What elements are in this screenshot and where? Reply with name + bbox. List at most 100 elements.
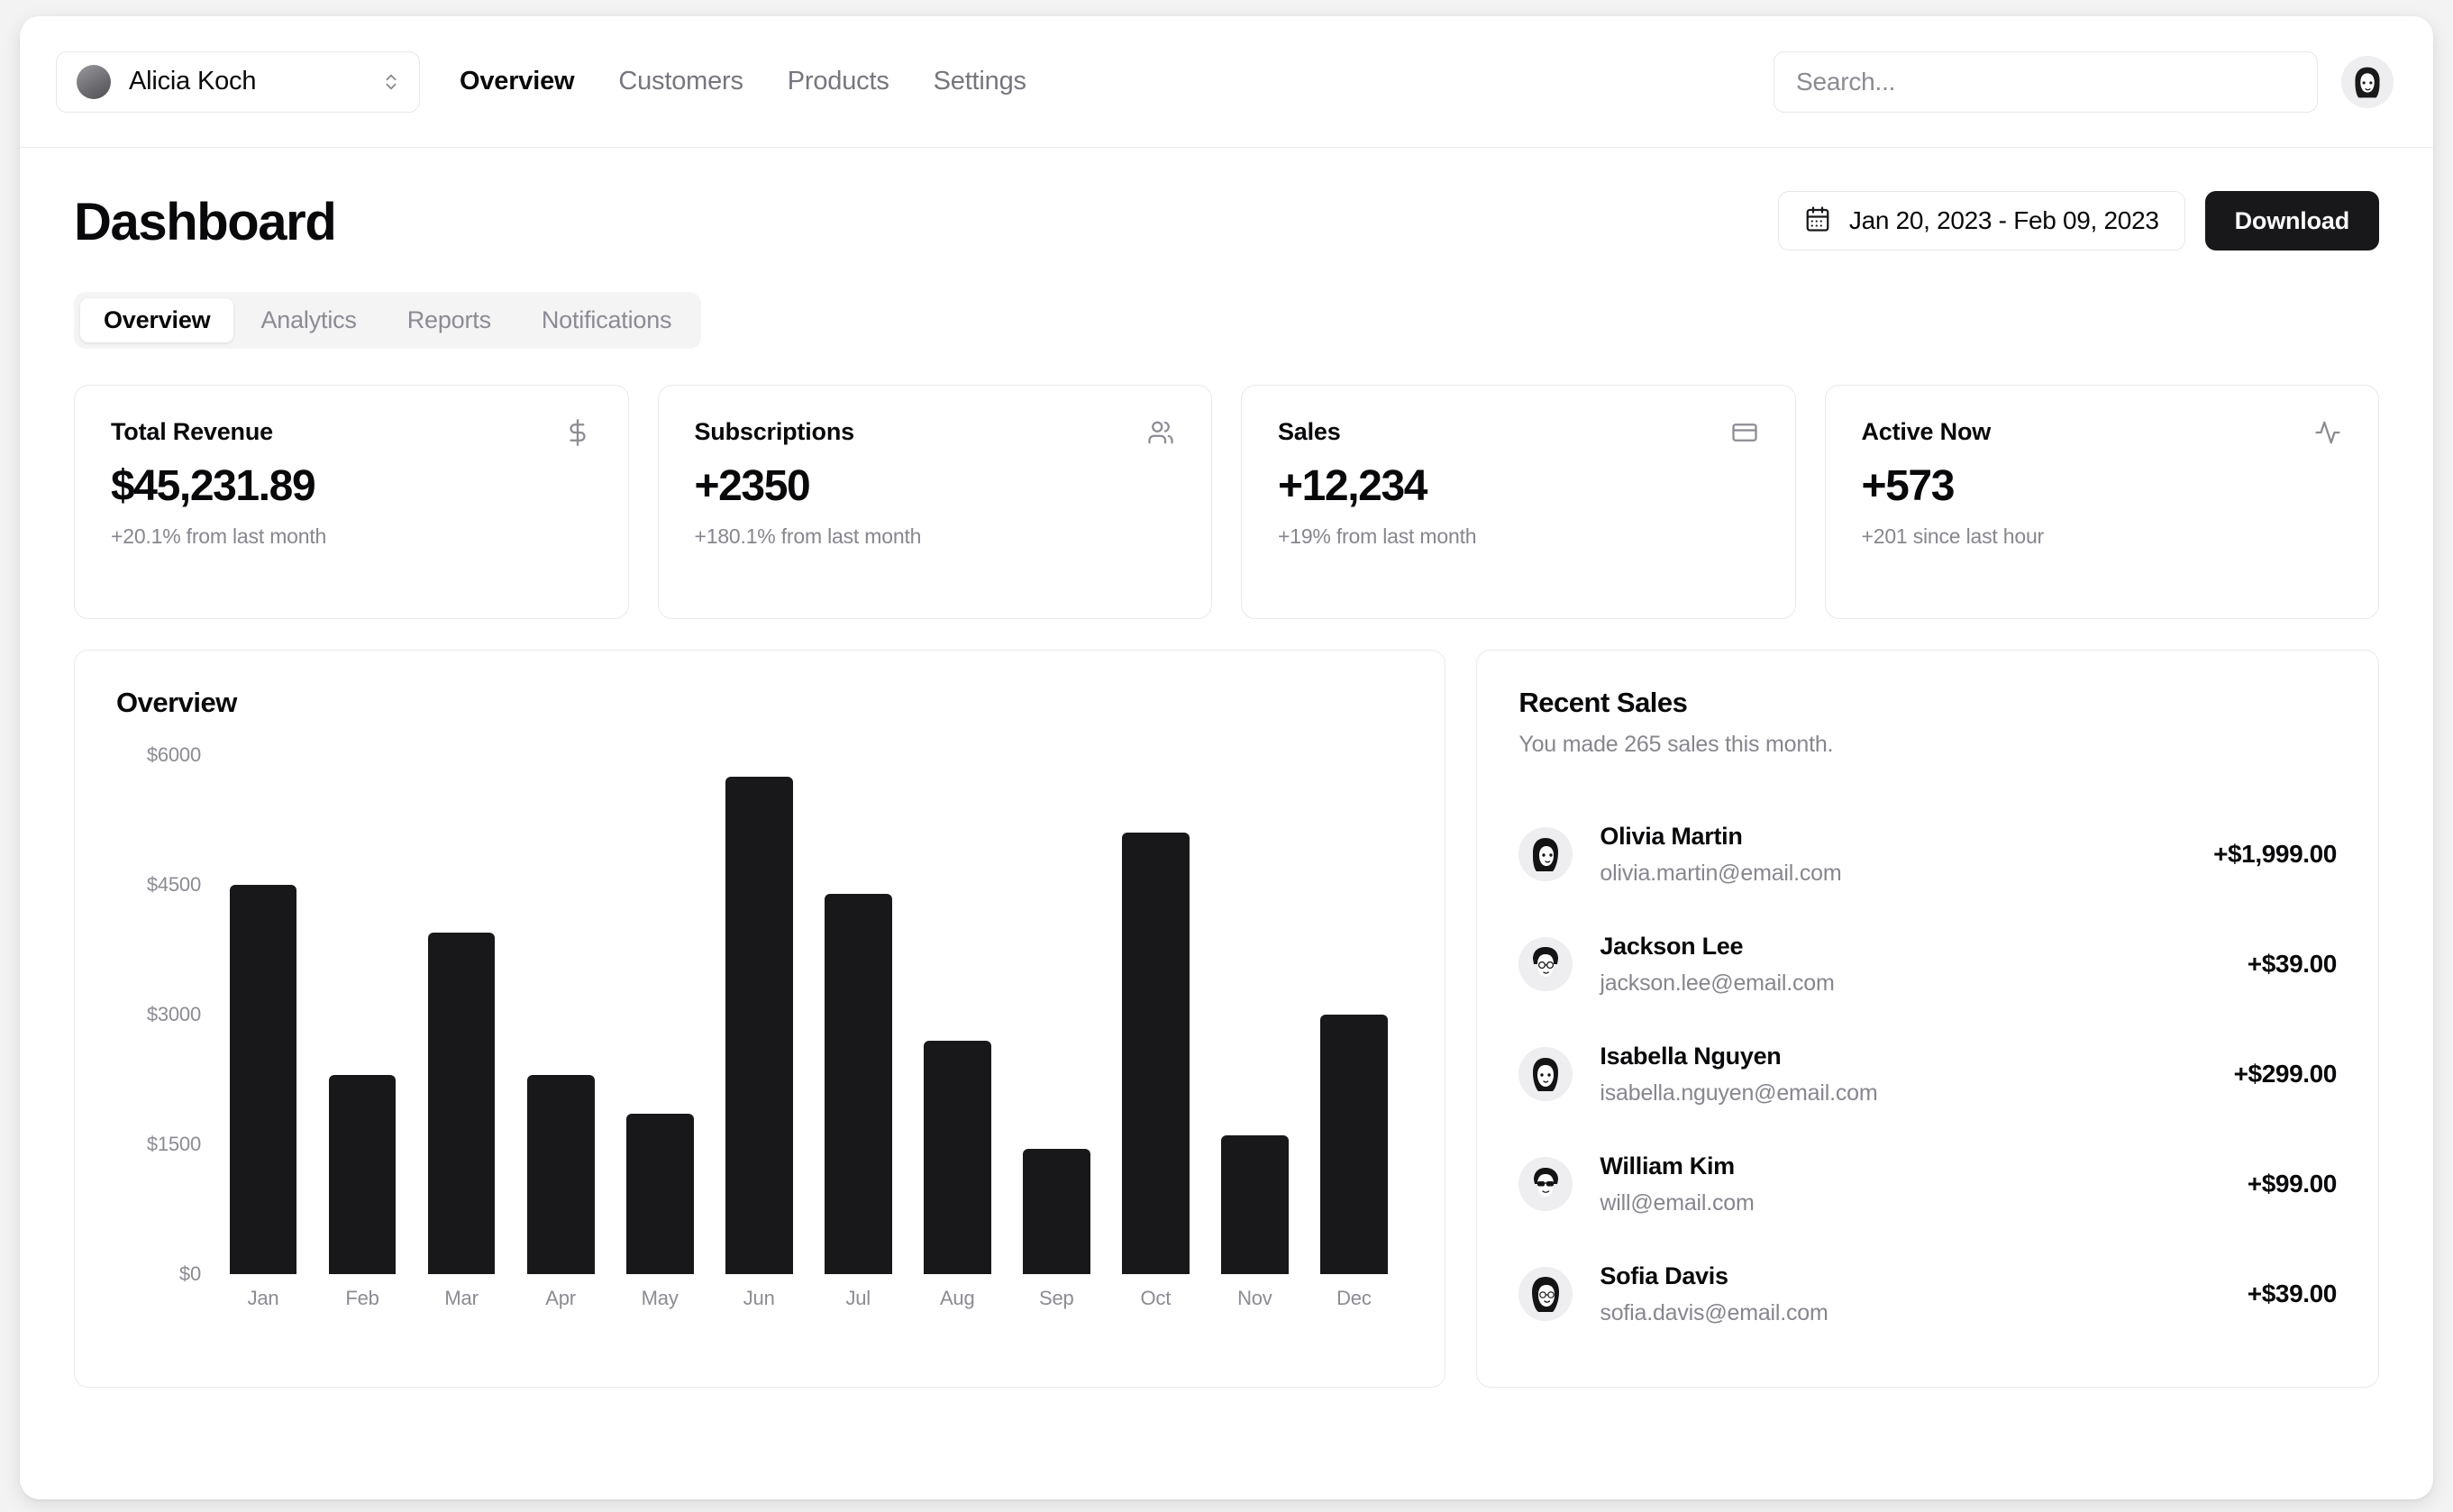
chart-y-tick: $6000: [147, 743, 201, 767]
list-item[interactable]: Isabella Nguyenisabella.nguyen@email.com…: [1518, 1019, 2337, 1129]
date-range-picker[interactable]: Jan 20, 2023 - Feb 09, 2023: [1778, 191, 2185, 250]
dollar-sign-icon: [563, 418, 592, 447]
chart-bar-column[interactable]: Jul: [808, 755, 907, 1314]
chart-y-tick: $4500: [147, 873, 201, 897]
list-item[interactable]: Sofia Davis sofia.davis@email.com +$39.00: [1518, 1239, 2337, 1349]
nav-link-customers[interactable]: Customers: [618, 67, 743, 96]
page-title: Dashboard: [74, 196, 335, 249]
sale-customer-name: Sofia Davis: [1600, 1262, 1828, 1290]
sale-info: Olivia Martinolivia.martin@email.com: [1600, 823, 1841, 887]
chart-bar-column[interactable]: Mar: [412, 755, 511, 1314]
credit-card-icon: [1730, 418, 1759, 447]
list-item[interactable]: Olivia Martinolivia.martin@email.com +$1,…: [1518, 799, 2337, 909]
chart-bar[interactable]: [230, 885, 297, 1274]
stat-subtext: +180.1% from last month: [695, 524, 1176, 549]
avatar: [1518, 1047, 1573, 1101]
chart-x-tick: Apr: [545, 1287, 576, 1314]
chart-x-tick: Mar: [444, 1287, 478, 1314]
sale-customer-email: will@email.com: [1600, 1190, 1754, 1216]
app-window: Alicia Koch Overview Customers Products …: [20, 16, 2433, 1499]
tab-reports[interactable]: Reports: [384, 298, 515, 342]
stat-card-total-revenue: Total Revenue $45,231.89 +20.1% from las…: [74, 385, 629, 619]
nav-link-products[interactable]: Products: [788, 67, 889, 96]
chart-bar[interactable]: [1221, 1135, 1289, 1274]
top-navigation-bar: Alicia Koch Overview Customers Products …: [20, 16, 2433, 148]
chart-bar-column[interactable]: Feb: [313, 755, 412, 1314]
avatar: [1518, 1267, 1573, 1321]
topbar-right: [1774, 51, 2394, 113]
chart-y-tick: $0: [179, 1262, 201, 1286]
stat-title: Sales: [1278, 418, 1341, 446]
chart-bar[interactable]: [924, 1041, 991, 1274]
recent-sales-list: Olivia Martinolivia.martin@email.com +$1,…: [1518, 799, 2337, 1349]
download-button[interactable]: Download: [2205, 191, 2379, 250]
chart-bar-column[interactable]: Apr: [511, 755, 610, 1314]
sale-amount: +$39.00: [2248, 950, 2337, 979]
avatar-illustration: [2341, 56, 2394, 108]
chart-bar-column[interactable]: Oct: [1106, 755, 1205, 1314]
chart-bar[interactable]: [1320, 1015, 1388, 1274]
chart-bar[interactable]: [825, 894, 892, 1274]
recent-sales-subtitle: You made 265 sales this month.: [1518, 732, 2337, 758]
chart-x-tick: Oct: [1140, 1287, 1171, 1314]
page-content: Dashboard: [20, 148, 2433, 1499]
chart-bar[interactable]: [1023, 1149, 1090, 1274]
stat-value: +2350: [695, 463, 1176, 510]
sale-customer-name: William Kim: [1600, 1152, 1754, 1180]
main-nav: Overview Customers Products Settings: [460, 67, 1026, 96]
chart-bar-column[interactable]: Sep: [1007, 755, 1106, 1314]
stat-title: Subscriptions: [695, 418, 854, 446]
chart-bar-column[interactable]: Aug: [907, 755, 1007, 1314]
list-item[interactable]: William Kim will@email.com +$99.00: [1518, 1129, 2337, 1239]
chart-bar-column[interactable]: Nov: [1205, 755, 1304, 1314]
stat-value: $45,231.89: [111, 463, 592, 510]
chart-x-tick: Dec: [1336, 1287, 1372, 1314]
avatar: [1518, 1157, 1573, 1211]
team-switcher[interactable]: Alicia Koch: [56, 51, 420, 113]
sale-customer-email: olivia.martin@email.com: [1600, 861, 1841, 887]
sale-customer-name: Isabella Nguyen: [1600, 1043, 1877, 1070]
sale-amount: +$39.00: [2248, 1280, 2337, 1308]
list-item[interactable]: Jackson Lee jackson.lee@email.com +$39.00: [1518, 909, 2337, 1019]
sale-customer-email: sofia.davis@email.com: [1600, 1300, 1828, 1326]
avatar: [1518, 937, 1573, 991]
stat-card-header: Total Revenue: [111, 418, 592, 447]
tab-analytics[interactable]: Analytics: [237, 298, 379, 342]
sale-info: Isabella Nguyenisabella.nguyen@email.com: [1600, 1043, 1877, 1107]
activity-icon: [2313, 418, 2342, 447]
sale-customer-name: Jackson Lee: [1600, 933, 1834, 961]
sale-amount: +$1,999.00: [2213, 840, 2337, 869]
chart-bar[interactable]: [626, 1114, 694, 1274]
chart-bar[interactable]: [428, 933, 496, 1274]
stat-card-sales: Sales +12,234 +19% from last month: [1241, 385, 1796, 619]
dashboard-panels: Overview $0$1500$3000$4500$6000 JanFebMa…: [74, 650, 2379, 1388]
chart-bar[interactable]: [1122, 833, 1190, 1274]
search-input[interactable]: [1774, 51, 2318, 113]
chart-x-tick: Jul: [845, 1287, 871, 1314]
chart-bar[interactable]: [725, 777, 793, 1274]
sale-amount: +$299.00: [2234, 1060, 2337, 1088]
chart-bar-column[interactable]: Jun: [709, 755, 808, 1314]
users-icon: [1146, 418, 1175, 447]
avatar[interactable]: [2341, 56, 2394, 108]
chart-y-axis: $0$1500$3000$4500$6000: [116, 755, 214, 1314]
stat-card-header: Active Now: [1862, 418, 2343, 447]
chart-bar-column[interactable]: Dec: [1304, 755, 1403, 1314]
stat-title: Active Now: [1862, 418, 1992, 446]
chart-bar-column[interactable]: Jan: [214, 755, 313, 1314]
panel-title-recent-sales: Recent Sales: [1518, 687, 2337, 719]
avatar: [1518, 827, 1573, 881]
chart-bar[interactable]: [329, 1075, 397, 1274]
nav-link-overview[interactable]: Overview: [460, 67, 574, 96]
sale-customer-email: jackson.lee@email.com: [1600, 970, 1834, 997]
stat-card-subscriptions: Subscriptions +2350 +180.1% from last mo…: [658, 385, 1213, 619]
sale-amount: +$99.00: [2248, 1170, 2337, 1198]
chart-bar[interactable]: [527, 1075, 595, 1274]
tab-overview[interactable]: Overview: [80, 298, 233, 342]
sale-info: William Kim will@email.com: [1600, 1152, 1754, 1216]
chart-x-tick: Aug: [940, 1287, 975, 1314]
overview-chart-panel: Overview $0$1500$3000$4500$6000 JanFebMa…: [74, 650, 1445, 1388]
chart-bar-column[interactable]: May: [610, 755, 709, 1314]
tab-notifications[interactable]: Notifications: [518, 298, 695, 342]
nav-link-settings[interactable]: Settings: [934, 67, 1026, 96]
